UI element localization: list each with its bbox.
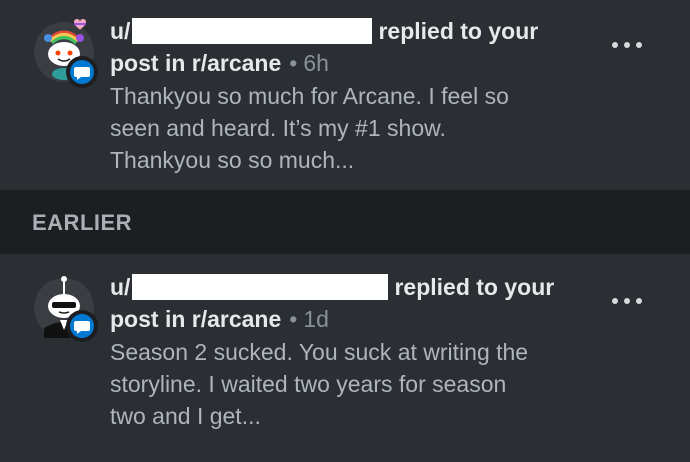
more-options-icon[interactable]: [612, 296, 642, 306]
separator-dot: •: [289, 306, 298, 332]
redacted-username: [132, 18, 373, 44]
notification-title-line-1: u/replied to your: [110, 15, 538, 47]
notification-title-line-2: post in r/arcane • 1d: [110, 303, 329, 335]
body-line: two and I get...: [110, 403, 261, 429]
notification-title-line-2: post in r/arcane • 6h: [110, 47, 329, 79]
user-prefix: u/: [110, 18, 131, 44]
chat-bubble-icon: [66, 310, 98, 342]
body-line: storyline. I waited two years for season: [110, 371, 507, 397]
user-avatar[interactable]: [34, 16, 104, 88]
body-line: Thankyou so so much...: [110, 147, 355, 173]
chat-bubble-icon: [66, 56, 98, 88]
section-title: EARLIER: [32, 210, 133, 235]
user-prefix: u/: [110, 274, 131, 300]
user-avatar[interactable]: [34, 272, 104, 342]
timestamp: 6h: [303, 50, 329, 76]
more-options-icon[interactable]: [612, 40, 642, 50]
notification-item[interactable]: u/replied to your post in r/arcane • 1d Se…: [0, 254, 690, 462]
separator-dot: •: [289, 50, 298, 76]
action-text: replied to your: [394, 274, 555, 300]
context-text: post in r/arcane: [110, 306, 282, 332]
body-line: Thankyou so much for Arcane. I feel so: [110, 83, 509, 109]
notification-title-line-1: u/replied to your: [110, 271, 554, 303]
redacted-username: [132, 274, 389, 300]
notification-item[interactable]: u/replied to your post in r/arcane • 6h Th…: [0, 0, 690, 190]
action-text: replied to your: [378, 18, 539, 44]
body-line: Season 2 sucked. You suck at writing the: [110, 339, 529, 365]
body-line: seen and heard. It’s my #1 show.: [110, 115, 446, 141]
context-text: post in r/arcane: [110, 50, 282, 76]
timestamp: 1d: [303, 306, 329, 332]
